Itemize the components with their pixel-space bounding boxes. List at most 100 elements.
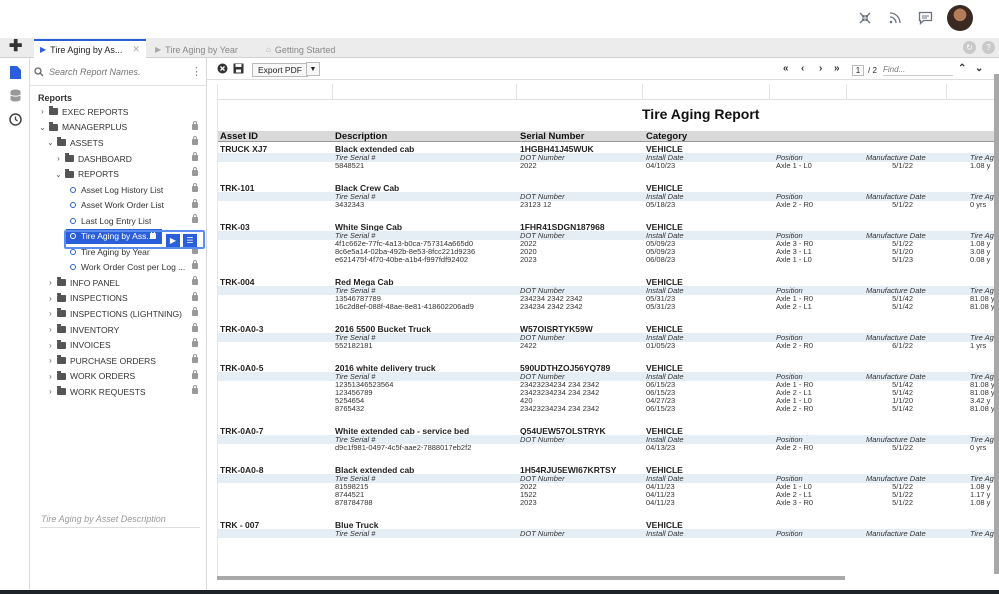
report-icon	[70, 248, 76, 255]
find-next-icon[interactable]: ⌄	[975, 63, 983, 74]
tire-cell: 04/13/23	[646, 443, 676, 452]
search-input[interactable]	[49, 67, 179, 77]
tire-cell: 05/18/23	[646, 200, 676, 209]
tire-cell: 878784788	[335, 498, 373, 507]
tire-cell: 23123 12	[520, 200, 552, 209]
chevron-right-icon[interactable]: ›	[46, 341, 55, 350]
tree-folder[interactable]: ⌄ REPORTS	[30, 166, 207, 182]
tree-folder[interactable]: › INSPECTIONS (LIGHTNING)	[30, 306, 207, 322]
tab-tire-aging-by-asset[interactable]: ▶ Tire Aging by As... ✕	[34, 39, 146, 58]
tree-item-label: INSPECTIONS	[70, 293, 128, 304]
tab-label: Tire Aging by As...	[50, 44, 123, 55]
horizontal-scrollbar[interactable]	[217, 576, 845, 580]
col-description: Description	[335, 131, 388, 142]
tab-bar: ✚ ▶ Tire Aging by As... ✕ ▶ Tire Aging b…	[0, 38, 999, 58]
tree-folder[interactable]: › INFO PANEL	[30, 275, 207, 291]
chevron-right-icon[interactable]: ›	[46, 278, 55, 287]
clock-icon[interactable]	[8, 113, 22, 127]
tire-cell: 81.08 y	[970, 302, 995, 311]
chat-icon[interactable]	[917, 10, 933, 26]
user-avatar[interactable]	[947, 5, 973, 31]
tree-folder[interactable]: › PURCHASE ORDERS	[30, 353, 207, 369]
tire-cell: e621475f-4f70-40be-a1b4-f997fdf92402	[335, 255, 469, 264]
chevron-right-icon[interactable]: ›	[54, 154, 63, 163]
close-tab-icon[interactable]: ✕	[132, 44, 140, 55]
tire-cell: Axle 1 - L0	[776, 161, 812, 170]
tire-cell: 04/10/23	[646, 161, 676, 170]
asset-row: TRK-0A0-5 2016 white delivery truck 590UDT…	[218, 362, 997, 373]
lock-icon	[192, 275, 198, 285]
lock-icon	[192, 338, 198, 348]
chevron-right-icon[interactable]: ›	[46, 294, 55, 303]
tire-row: e621475f-4f70-40be-a1b4-f997fdf92402 2023…	[218, 256, 997, 264]
tire-cell: 8765432	[335, 404, 365, 413]
export-pdf-button[interactable]: Export PDF	[252, 63, 308, 77]
tab-tire-aging-by-year[interactable]: ▶ Tire Aging by Year	[155, 41, 238, 58]
vertical-scrollbar[interactable]	[994, 74, 999, 574]
refresh-icon[interactable]: ↻	[963, 41, 976, 54]
first-page-icon[interactable]: «	[783, 63, 789, 74]
find-input[interactable]	[883, 64, 953, 76]
tab-getting-started[interactable]: ⌂ Getting Started	[266, 41, 335, 58]
tire-cell: 5/1/22	[892, 443, 913, 452]
folder-icon	[49, 106, 58, 116]
chevron-right-icon[interactable]: ›	[46, 325, 55, 334]
selected-report-frame: ▶ ☰	[64, 230, 205, 249]
page-number-input[interactable]: 1	[852, 65, 864, 76]
folder-icon	[49, 121, 58, 131]
asset-row: TRK-03 White Singe Cab 1FHR41SDGN187968 VEH…	[218, 221, 997, 232]
export-dropdown-icon[interactable]: ▼	[306, 62, 320, 76]
tree-folder[interactable]: › WORK ORDERS	[30, 369, 207, 385]
chevron-right-icon[interactable]: ›	[38, 107, 47, 116]
tree-folder[interactable]: › INVOICES	[30, 337, 207, 353]
reports-file-icon[interactable]	[8, 66, 22, 80]
tree-report-item[interactable]: Last Log Entry List	[30, 213, 207, 229]
chevron-right-icon[interactable]: ›	[46, 356, 55, 365]
tire-cell: 0 yrs	[970, 443, 987, 452]
tree-folder[interactable]: › INVENTORY	[30, 322, 207, 338]
tire-cell: 2023	[520, 498, 537, 507]
tree-folder[interactable]: ⌄ ASSETS	[30, 135, 207, 151]
tire-cell: 2023	[520, 255, 537, 264]
prev-page-icon[interactable]: ‹	[801, 63, 804, 74]
tree-folder[interactable]: › EXEC REPORTS	[30, 104, 207, 120]
tree-report-item[interactable]: Asset Work Order List	[30, 198, 207, 214]
new-tab-plus-icon[interactable]: ✚	[9, 39, 22, 55]
help-icon[interactable]: ?	[982, 41, 995, 54]
last-page-icon[interactable]: »	[834, 63, 840, 74]
report-page[interactable]: Tire Aging Report Asset ID Description S…	[217, 84, 997, 578]
report-menu-button[interactable]: ☰	[183, 234, 197, 247]
find-prev-icon[interactable]: ⌃	[958, 63, 966, 74]
database-icon[interactable]	[8, 89, 22, 103]
tree-folder[interactable]: ⌄ MANAGERPLUS	[30, 120, 207, 136]
tree-folder[interactable]: › WORK REQUESTS	[30, 384, 207, 400]
chevron-right-icon[interactable]: ›	[46, 309, 55, 318]
rss-icon[interactable]	[887, 10, 903, 26]
save-icon[interactable]	[233, 63, 244, 74]
tire-cell: 05/31/23	[646, 302, 676, 311]
tree-folder[interactable]: › DASHBOARD	[30, 151, 207, 167]
run-report-button[interactable]: ▶	[166, 234, 180, 247]
tire-cell: 1.08 y	[970, 161, 991, 170]
folder-icon	[57, 137, 66, 147]
chevron-right-icon[interactable]: ›	[46, 387, 55, 396]
kebab-menu-icon[interactable]: ⋮	[191, 65, 202, 78]
asset-group: TRK-101 Black Crew Cab VEHICLE Tire Serial …	[218, 182, 997, 221]
lock-icon	[192, 260, 198, 270]
next-page-icon[interactable]: ›	[819, 63, 822, 74]
chevron-down-icon[interactable]: ⌄	[38, 123, 47, 132]
tire-cell: 5848521	[335, 161, 365, 170]
report-description: Tire Aging by Asset Description	[41, 514, 166, 524]
collapse-icon[interactable]	[857, 10, 873, 26]
tree-folder[interactable]: › INSPECTIONS	[30, 291, 207, 307]
sub-column-label: Tire Ag	[970, 529, 994, 538]
tire-row: 552182181 2422 01/05/23 Axle 2 - R0 6/1/22 1 …	[218, 342, 997, 350]
chevron-down-icon[interactable]: ⌄	[54, 170, 63, 179]
tire-cell: d9c1f981-0497-4c5f-aae2-7888017eb2f2	[335, 443, 472, 452]
close-circle-icon[interactable]	[217, 63, 228, 74]
chevron-right-icon[interactable]: ›	[46, 372, 55, 381]
tree-report-item[interactable]: Asset Log History List	[30, 182, 207, 198]
chevron-down-icon[interactable]: ⌄	[46, 138, 55, 147]
tree-report-item[interactable]: Work Order Cost per Log ...	[30, 259, 207, 275]
